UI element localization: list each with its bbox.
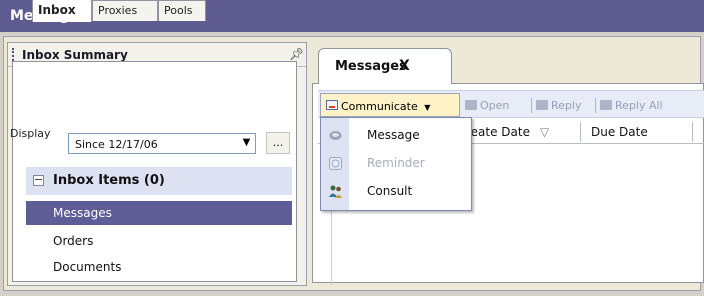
menu-item-consult[interactable]: Consult bbox=[321, 178, 471, 206]
tab-proxies[interactable]: Proxies bbox=[92, 0, 158, 21]
close-icon[interactable]: X bbox=[399, 58, 410, 74]
column-due-date[interactable]: Due Date bbox=[591, 120, 648, 144]
chevron-down-icon[interactable]: ▼ bbox=[238, 134, 255, 153]
reply-all-button[interactable]: Reply All bbox=[600, 93, 663, 117]
display-select-value: Since 12/17/06 bbox=[75, 138, 158, 151]
communicate-menu: Message Reminder Consult bbox=[320, 117, 472, 211]
messages-toolbar: Communicate ▼ Open Reply Reply All bbox=[318, 90, 704, 118]
more-options-button[interactable]: ... bbox=[266, 132, 290, 154]
menu-item-label: Consult bbox=[367, 184, 413, 198]
nav-item-orders[interactable]: Orders bbox=[26, 229, 292, 253]
tab-inbox[interactable]: Inbox bbox=[32, 0, 92, 22]
toolbar-separator bbox=[531, 98, 532, 113]
pin-icon[interactable]: 📌︎ bbox=[289, 47, 304, 61]
sort-icon: ▽ bbox=[539, 125, 550, 139]
column-separator[interactable] bbox=[580, 122, 581, 142]
display-select[interactable]: Since 12/17/06 ▼ bbox=[68, 133, 256, 154]
reply-all-label: Reply All bbox=[615, 99, 663, 112]
open-label: Open bbox=[480, 99, 510, 112]
communicate-button[interactable]: Communicate ▼ bbox=[320, 93, 460, 117]
messages-tab-label: Messages bbox=[335, 59, 407, 74]
menu-item-label: Message bbox=[367, 128, 420, 142]
inbox-summary-title: Inbox Summary bbox=[22, 48, 128, 62]
menu-item-message[interactable]: Message bbox=[321, 122, 471, 150]
message-icon bbox=[329, 131, 342, 140]
open-button[interactable]: Open bbox=[465, 93, 509, 117]
reply-all-icon bbox=[600, 100, 612, 110]
column-create-date[interactable]: reate Date ▽ bbox=[466, 120, 549, 144]
reply-button[interactable]: Reply bbox=[536, 93, 581, 117]
folder-icon bbox=[465, 100, 477, 110]
tab-messages[interactable]: Messages X bbox=[318, 48, 452, 84]
consult-icon bbox=[329, 185, 342, 198]
inbox-items-title: Inbox Items (0) bbox=[53, 173, 165, 188]
reminder-icon bbox=[329, 157, 342, 170]
chevron-down-icon: ▼ bbox=[424, 103, 431, 112]
nav-item-messages[interactable]: Messages bbox=[26, 201, 292, 225]
communicate-icon bbox=[326, 100, 338, 110]
reply-label: Reply bbox=[551, 99, 582, 112]
column-separator[interactable] bbox=[692, 122, 693, 142]
menu-item-label: Reminder bbox=[367, 156, 425, 170]
menu-item-reminder: Reminder bbox=[321, 150, 471, 178]
collapse-icon[interactable]: − bbox=[33, 174, 44, 186]
create-date-label: reate Date bbox=[466, 125, 530, 139]
tab-pools[interactable]: Pools bbox=[158, 0, 206, 21]
display-label: Display bbox=[10, 127, 51, 140]
drag-grip-icon[interactable] bbox=[12, 48, 15, 61]
reply-icon bbox=[536, 100, 548, 110]
communicate-label: Communicate bbox=[341, 100, 418, 113]
nav-item-documents[interactable]: Documents bbox=[26, 255, 292, 279]
inbox-items-group-header[interactable]: − Inbox Items (0) bbox=[26, 167, 292, 195]
toolbar-separator bbox=[595, 98, 596, 113]
